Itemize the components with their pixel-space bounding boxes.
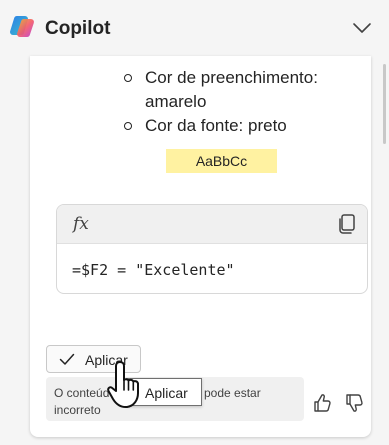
list-item: Cor de preenchimento: amarelo: [98, 66, 318, 114]
checkmark-icon: [59, 353, 75, 365]
header: Copilot: [0, 0, 389, 56]
chevron-down-icon[interactable]: [350, 18, 374, 38]
formula-box: fx =$F2 = "Excelente": [56, 204, 368, 294]
thumbs-up-icon[interactable]: [312, 392, 332, 414]
bullet-icon: [124, 74, 132, 82]
bullet-text: Cor da fonte: preto: [145, 116, 287, 135]
format-preview-sample: AaBbCc: [166, 149, 277, 173]
side-strip: [0, 56, 14, 445]
fx-label: fx: [73, 214, 89, 234]
tooltip-text: Aplicar: [145, 385, 188, 401]
hand-pointer-cursor-icon: [107, 361, 139, 409]
list-item: Cor da fonte: preto: [98, 114, 318, 138]
bullet-text: Cor de preenchimento:: [145, 68, 318, 87]
disclaimer-text-line2: incorreto: [54, 403, 101, 417]
formula-text: =$F2 = "Excelente": [72, 261, 235, 279]
scrollbar-thumb[interactable]: [383, 64, 386, 144]
bullet-icon: [124, 122, 132, 130]
copy-icon[interactable]: [335, 212, 359, 236]
disclaimer-text-end: pode estar: [204, 386, 261, 400]
formula-box-header: fx: [57, 205, 367, 244]
app-title: Copilot: [45, 18, 111, 39]
format-bullet-list: Cor de preenchimento: amarelo Cor da fon…: [98, 66, 318, 138]
bullet-text-continuation: amarelo: [145, 92, 207, 111]
thumbs-down-icon[interactable]: [344, 392, 364, 414]
copilot-logo-icon: [10, 16, 34, 37]
